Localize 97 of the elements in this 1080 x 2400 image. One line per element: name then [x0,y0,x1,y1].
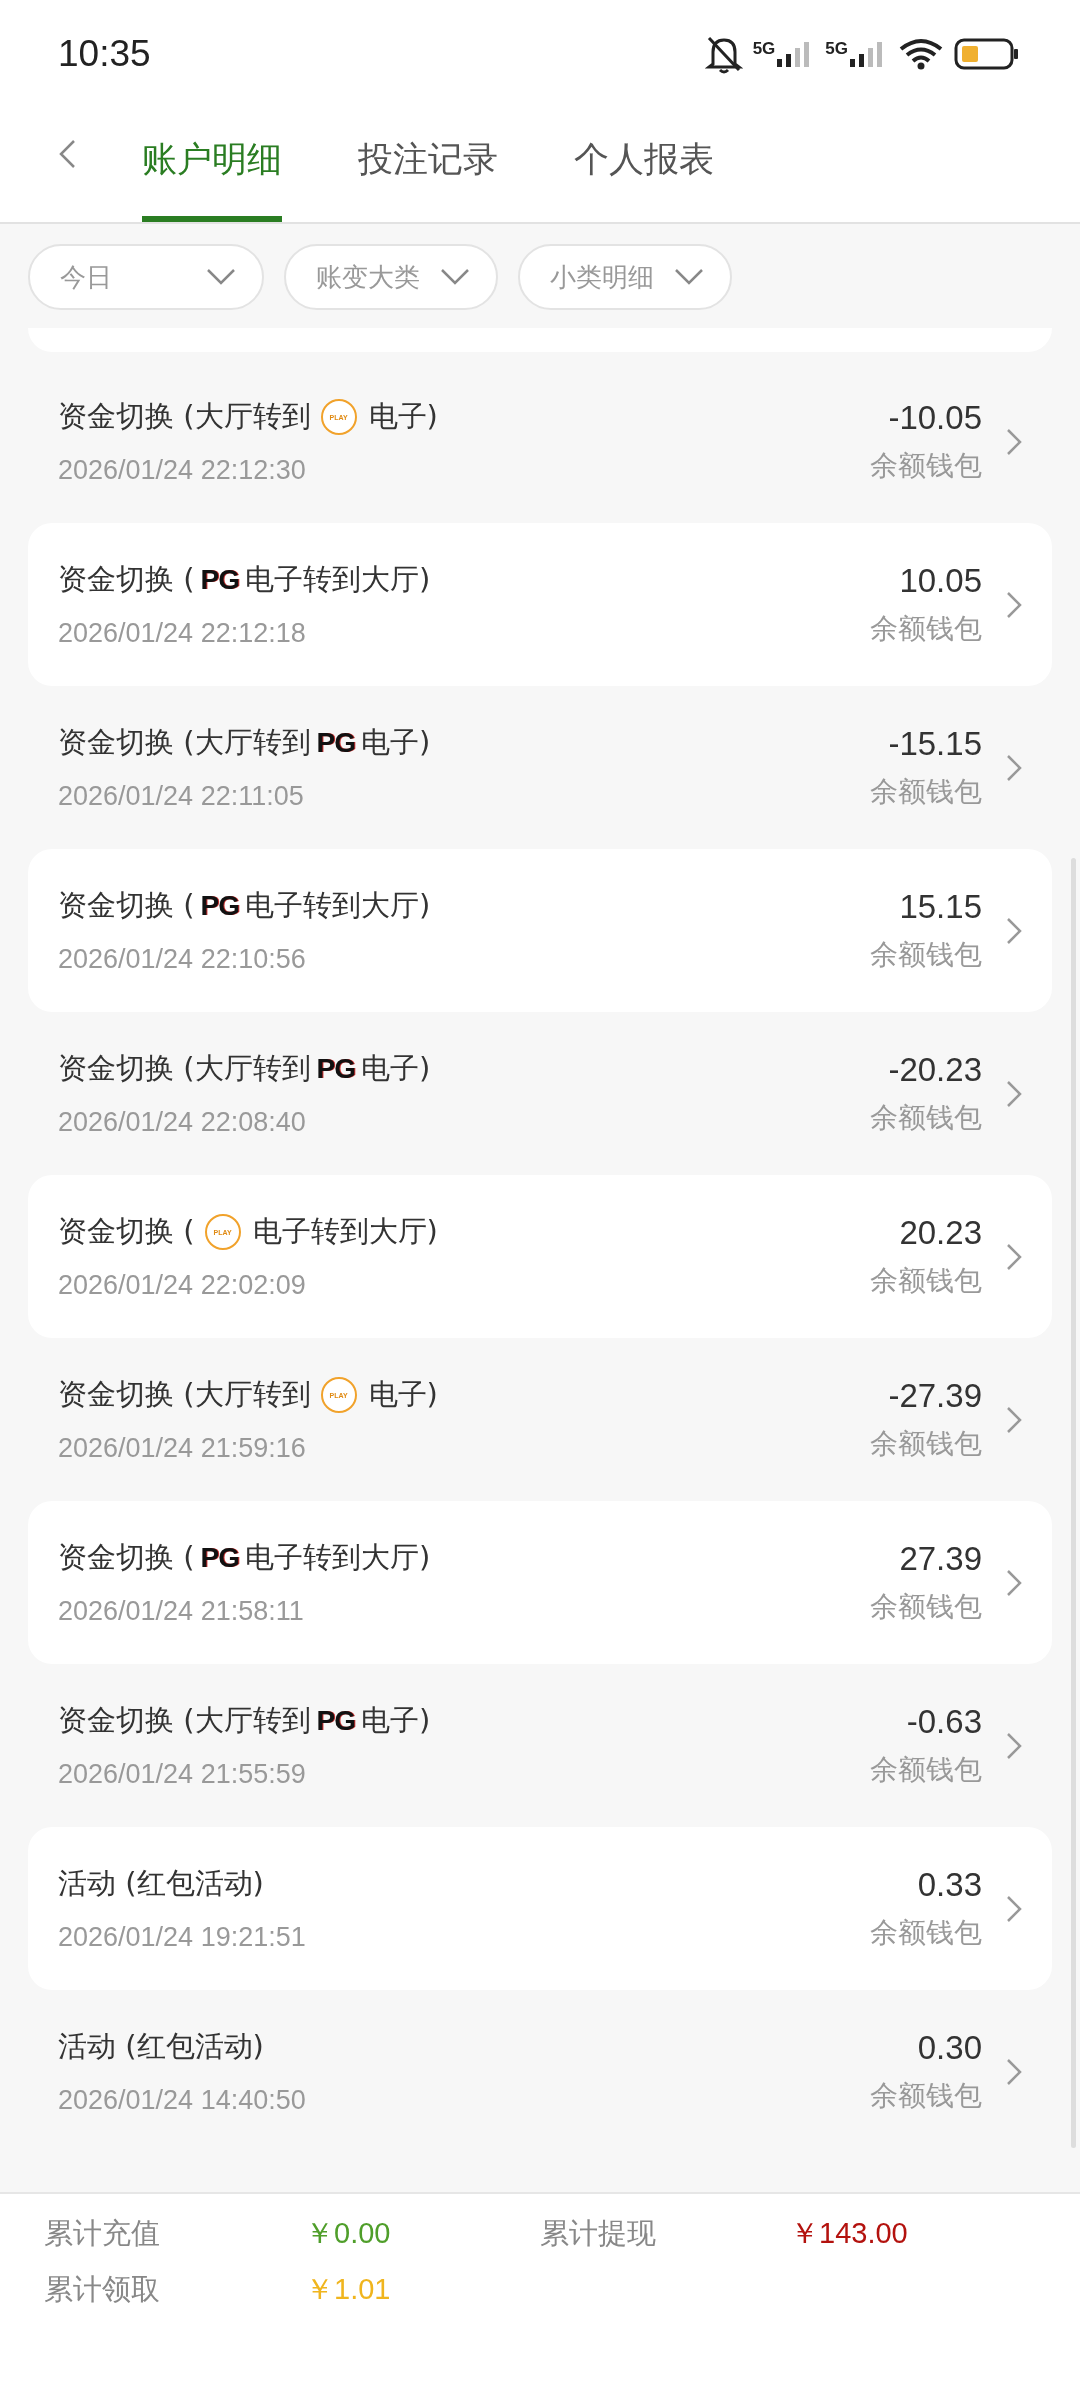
wallet-label: 余额钱包 [870,936,982,973]
chevron-down-icon [440,268,470,286]
summary-label: 累计领取 [44,2271,161,2308]
chevron-right-icon [1006,427,1022,456]
record-amount: -0.63 [906,1702,982,1741]
chevron-right-icon [1006,1405,1022,1434]
record-title: 资金切换 (大厅转到 [58,1376,311,1413]
record-row[interactable]: 活动 (红包活动) 2026/01/24 14:40:50 0.30 余额钱包 [28,1990,1052,2153]
chevron-right-icon [1006,590,1022,619]
record-row[interactable]: 资金切换 ( PG 电子转到大厅) 2026/01/24 21:58:11 27.39 余额钱包 [28,1501,1052,1664]
record-title: 电子转到大厅) [252,1213,438,1250]
record-row[interactable]: 资金切换 ( PG 电子转到大厅) 2026/01/24 22:10:56 15.15 余额钱包 [28,849,1052,1012]
wifi-icon [898,37,944,71]
pg-logo: PG [200,890,239,922]
chevron-right-icon [1006,2057,1022,2086]
wallet-label: 余额钱包 [870,1425,982,1462]
record-title: 资金切换 ( [58,561,195,598]
record-title: 电子) [361,1702,431,1739]
chevron-down-icon [206,268,236,286]
summary-value: ￥143.00 [790,2216,909,2251]
summary-label: 累计充值 [44,2215,161,2252]
record-row[interactable]: 资金切换 (大厅转到 PG 电子) 2026/01/24 21:55:59 -0.63 余额钱包 [28,1664,1052,1827]
record-row[interactable]: 资金切换 (大厅转到 PG 电子) 2026/01/24 22:11:05 -15.15 余额钱包 [28,686,1052,849]
chevron-down-icon [674,268,704,286]
record-title: 电子) [361,724,431,761]
record-time: 2026/01/24 22:10:56 [58,944,307,975]
summary-label: 累计提现 [540,2215,657,2252]
record-time: 2026/01/24 22:11:05 [58,781,305,812]
chevron-right-icon [1006,1079,1022,1108]
record-title: 资金切换 ( [58,1213,195,1250]
pg-logo: PG [316,727,355,759]
pg-logo: PG [316,1053,355,1085]
pg-logo: PG [200,564,239,596]
summary-value: ￥0.00 [305,2216,392,2251]
wallet-label: 余额钱包 [870,1099,982,1136]
record-row[interactable]: 活动 (红包活动) 2026/01/24 19:21:51 0.33 余额钱包 [28,1827,1052,1990]
record-time: 2026/01/24 21:59:16 [58,1433,307,1464]
chevron-right-icon [1006,1894,1022,1923]
back-icon[interactable] [58,139,76,169]
record-time: 2026/01/24 22:02:09 [58,1270,307,1301]
wallet-label: 余额钱包 [870,610,982,647]
record-amount: 15.15 [899,887,982,926]
chevron-right-icon [1006,1731,1022,1760]
record-title: 资金切换 ( [58,887,195,924]
record-title: 资金切换 (大厅转到 [58,1050,311,1087]
record-time: 2026/01/24 21:55:59 [58,1759,307,1790]
record-time: 2026/01/24 22:12:18 [58,618,307,649]
record-title: 电子) [368,398,438,435]
chevron-right-icon [1006,916,1022,945]
wallet-label: 余额钱包 [870,1262,982,1299]
tab[interactable]: 账户明细 [142,108,282,222]
pg-logo: PG [316,1705,355,1737]
record-amount: -20.23 [888,1050,982,1089]
record-row[interactable]: 资金切换 (大厅转到 PG 电子) 2026/01/24 22:08:40 -20.23 余额钱包 [28,1012,1052,1175]
record-amount: -10.05 [888,398,982,437]
chevron-right-icon [1006,753,1022,782]
record-amount: -27.39 [888,1376,982,1415]
record-amount: 10.05 [899,561,982,600]
record-title: 资金切换 (大厅转到 [58,1702,311,1739]
record-title: 资金切换 (大厅转到 [58,724,311,761]
record-title: 电子) [368,1376,438,1413]
record-title: 资金切换 (大厅转到 [58,398,311,435]
chevron-right-icon [1006,1568,1022,1597]
record-amount: 0.33 [917,1865,982,1904]
record-amount: 27.39 [899,1539,982,1578]
pg-logo: PG [200,1542,239,1574]
wallet-label: 余额钱包 [870,2077,982,2114]
record-title: 电子转到大厅) [245,561,431,598]
wallet-label: 余额钱包 [870,1588,982,1625]
record-time: 2026/01/24 14:40:50 [58,2085,307,2116]
record-row[interactable]: 资金切换 ( PG 电子转到大厅) 2026/01/24 22:12:18 10.05 余额钱包 [28,523,1052,686]
wallet-label: 余额钱包 [870,447,982,484]
tab[interactable]: 个人报表 [574,108,714,222]
chevron-right-icon [1006,1242,1022,1271]
record-time: 2026/01/24 19:21:51 [58,1922,307,1953]
record-title: 电子转到大厅) [245,1539,431,1576]
network-label: 5G [825,39,848,59]
record-amount: 20.23 [899,1213,982,1252]
record-amount: -15.15 [888,724,982,763]
summary-value: ￥1.01 [305,2272,392,2307]
record-time: 2026/01/24 22:08:40 [58,1107,307,1138]
wallet-label: 余额钱包 [870,1914,982,1951]
wallet-label: 余额钱包 [870,1751,982,1788]
clock: 10:35 [58,33,151,75]
record-time: 2026/01/24 22:12:30 [58,455,307,486]
record-title: 资金切换 ( [58,1539,195,1576]
record-amount: 0.30 [917,2028,982,2067]
record-title: 电子转到大厅) [245,887,431,924]
record-time: 2026/01/24 21:58:11 [58,1596,305,1627]
battery-icon [954,38,1020,70]
tab[interactable]: 投注记录 [358,108,498,222]
muted-bell-icon [704,34,743,74]
record-title: 活动 (红包活动) [58,1865,264,1902]
record-title: 活动 (红包活动) [58,2028,264,2065]
record-title: 电子) [361,1050,431,1087]
network-label: 5G [752,39,776,59]
wallet-label: 余额钱包 [870,773,982,810]
